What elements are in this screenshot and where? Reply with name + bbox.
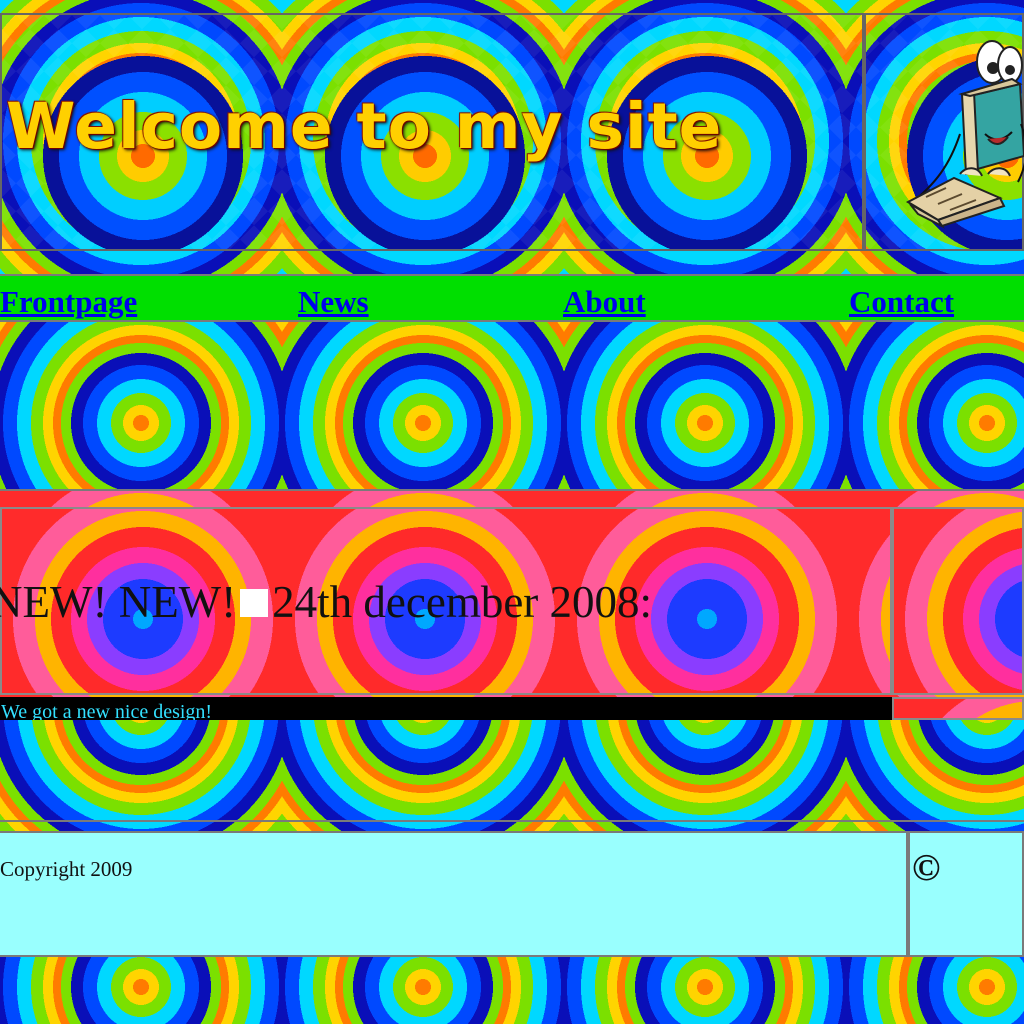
news-headline: NEW! NEW! 24th december 2008: <box>0 577 890 627</box>
news-headline-prefix: NEW! NEW! <box>0 577 237 627</box>
footer-main <box>0 831 908 957</box>
nav-link-frontpage[interactable]: Frontpage <box>0 284 137 320</box>
news-side-panel <box>892 507 1024 695</box>
white-square-icon <box>240 588 269 617</box>
navigation-bar: Frontpage News About Contact <box>0 274 1024 322</box>
copyright-symbol: © <box>912 847 941 889</box>
news-headline-date: 24th december 2008: <box>272 577 653 627</box>
news-body-text: We got a new nice design! <box>1 701 213 720</box>
site-title: Welcome to my site <box>6 90 723 163</box>
news-strip-side-panel <box>892 697 1024 720</box>
nav-link-contact[interactable]: Contact <box>849 284 954 320</box>
footer-separator <box>0 820 1024 830</box>
copyright-text: Copyright 2009 <box>0 857 133 881</box>
nav-link-about[interactable]: About <box>563 284 646 320</box>
nav-link-news[interactable]: News <box>298 284 369 320</box>
news-body-strip: We got a new nice design! <box>0 697 892 720</box>
computer-mascot-icon <box>890 34 1024 230</box>
